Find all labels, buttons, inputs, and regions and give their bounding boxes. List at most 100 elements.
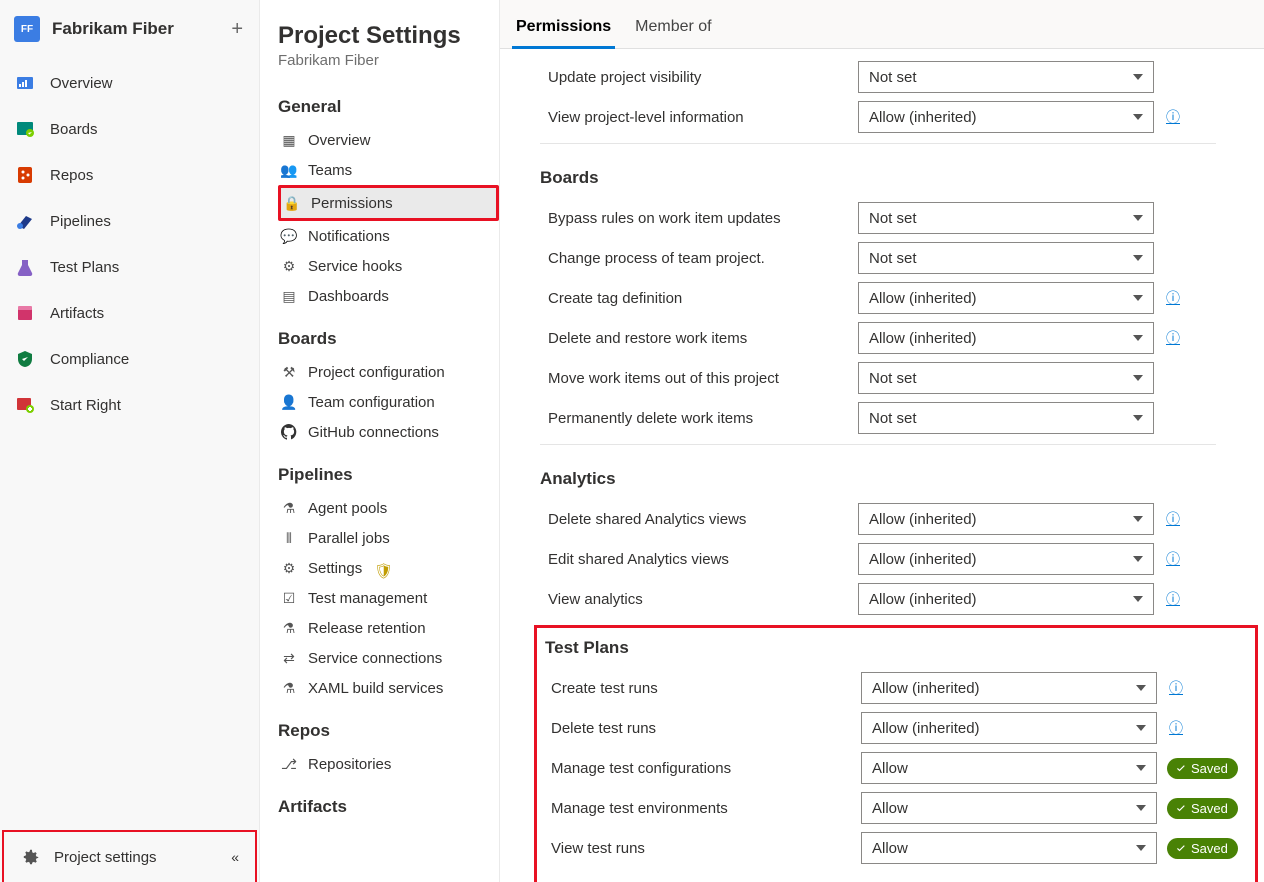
perm-label: Bypass rules on work item updates [548,210,848,227]
perm-select[interactable]: Not set [858,61,1154,93]
info-icon[interactable]: ⓘ [1167,678,1185,698]
nav-overview[interactable]: Overview [0,60,259,106]
settings-team-config[interactable]: 👤 Team configuration [278,387,499,417]
artifacts-icon [14,302,36,324]
perm-value: Allow (inherited) [869,511,977,528]
settings-pipeline-settings[interactable]: ⚙Settings🛡 [278,553,499,583]
settings-nav: Project Settings Fabrikam Fiber General … [260,0,500,882]
perm-row: Delete shared Analytics viewsAllow (inhe… [500,499,1264,539]
compliance-icon [14,348,36,370]
project-settings-link[interactable]: Project settings « [2,830,257,882]
settings-overview-label: Overview [308,132,371,149]
perm-select[interactable]: Not set [858,202,1154,234]
perm-value: Allow (inherited) [869,551,977,568]
settings-xaml-build[interactable]: ⚗XAML build services [278,673,499,703]
nav-test-plans[interactable]: Test Plans [0,244,259,290]
settings-release-retention-label: Release retention [308,620,426,637]
settings-teams[interactable]: 👥Teams [278,155,499,185]
github-icon [280,423,298,441]
project-title-row[interactable]: FF Fabrikam Fiber [14,16,174,42]
gear-icon [20,846,42,868]
info-icon[interactable]: ⓘ [1164,589,1182,609]
perm-select[interactable]: Allow (inherited) [858,101,1154,133]
team-config-icon: 👤 [280,393,298,411]
settings-parallel-jobs[interactable]: ⦀Parallel jobs [278,523,499,553]
perm-row: Move work items out of this project Not s… [500,358,1264,398]
perm-select[interactable]: Not set [858,402,1154,434]
perm-select[interactable]: Allow [861,752,1157,784]
tab-permissions[interactable]: Permissions [512,18,615,48]
info-icon[interactable]: ⓘ [1167,718,1185,738]
settings-notifications[interactable]: 💬Notifications [278,221,499,251]
info-icon[interactable]: ⓘ [1164,107,1182,127]
add-button[interactable]: + [231,18,243,41]
perm-select[interactable]: Allow (inherited) [861,672,1157,704]
group-artifacts-label: Artifacts [278,797,499,817]
perm-select[interactable]: Not set [858,242,1154,274]
perm-select[interactable]: Allow (inherited) [858,583,1154,615]
settings-dashboards[interactable]: ▤Dashboards [278,281,499,311]
nav-artifacts[interactable]: Artifacts [0,290,259,336]
settings-service-hooks[interactable]: ⚙Service hooks [278,251,499,281]
settings-project-config[interactable]: ⚒Project configuration [278,357,499,387]
settings-release-retention[interactable]: ⚗Release retention [278,613,499,643]
nav-boards[interactable]: Boards [0,106,259,152]
perm-select[interactable]: Allow (inherited) [861,712,1157,744]
perm-select[interactable]: Allow [861,792,1157,824]
perm-value: Allow (inherited) [869,591,977,608]
settings-xaml-build-label: XAML build services [308,680,443,697]
tab-member-of[interactable]: Member of [631,18,715,48]
perm-label: Create tag definition [548,290,848,307]
info-icon[interactable]: ⓘ [1164,288,1182,308]
project-name-text: Fabrikam Fiber [52,19,174,39]
info-icon[interactable]: ⓘ [1164,328,1182,348]
perm-section-top: Update project visibility Not set View p… [500,49,1264,150]
settings-repositories[interactable]: ⎇Repositories [278,749,499,779]
start-right-icon [14,394,36,416]
perm-select[interactable]: Allow [861,832,1157,864]
perm-select[interactable]: Allow (inherited) [858,282,1154,314]
perm-value: Allow (inherited) [872,720,980,737]
nav-start-right[interactable]: Start Right [0,382,259,428]
dashboard-icon: ▤ [280,287,298,305]
settings-github[interactable]: GitHub connections [278,417,499,447]
perm-row: Permanently delete work itemsNot set [500,398,1264,438]
perm-section-test-plans: Test Plans Create test runsAllow (inheri… [534,625,1258,882]
nav-repos[interactable]: Repos [0,152,259,198]
hook-icon: ⚙ [280,257,298,275]
settings-service-connections-label: Service connections [308,650,442,667]
settings-overview[interactable]: ▦Overview [278,125,499,155]
perm-label: Move work items out of this project [548,370,848,387]
people-icon: 👥 [280,161,298,179]
perm-label: Edit shared Analytics views [548,551,848,568]
settings-test-management[interactable]: ☑Test management [278,583,499,613]
settings-permissions[interactable]: 🔒Permissions [278,185,499,221]
info-icon[interactable]: ⓘ [1164,509,1182,529]
settings-repositories-label: Repositories [308,756,391,773]
main-nav: Overview Boards Repos Pipelines Test Pla… [0,54,259,434]
nav-pipelines[interactable]: Pipelines [0,198,259,244]
gear-small-icon: ⚙ [280,559,298,577]
settings-agent-pools[interactable]: ⚗Agent pools [278,493,499,523]
perm-select[interactable]: Not set [858,362,1154,394]
settings-parallel-jobs-label: Parallel jobs [308,530,390,547]
perm-label: Delete test runs [551,720,851,737]
perm-row: Manage test configurationsAllowSaved [537,748,1255,788]
perm-value: Not set [869,370,917,387]
perm-select[interactable]: Allow (inherited) [858,322,1154,354]
perm-row: Create test runsAllow (inherited)ⓘ [537,668,1255,708]
perm-row: Change process of team project.Not set [500,238,1264,278]
nav-compliance[interactable]: Compliance [0,336,259,382]
settings-team-config-label: Team configuration [308,394,435,411]
perm-select[interactable]: Allow (inherited) [858,543,1154,575]
perm-value: Allow (inherited) [872,680,980,697]
perm-label: View project-level information [548,109,848,126]
boards-icon [14,118,36,140]
perm-value: Allow (inherited) [869,290,977,307]
info-icon[interactable]: ⓘ [1164,549,1182,569]
settings-service-connections[interactable]: ⇄Service connections [278,643,499,673]
shield-icon: 🛡 [374,562,384,574]
collapse-chevron-icon[interactable]: « [231,849,239,865]
perm-select[interactable]: Allow (inherited) [858,503,1154,535]
perm-row: Delete test runs Allow (inherited) ⓘ [537,708,1255,748]
